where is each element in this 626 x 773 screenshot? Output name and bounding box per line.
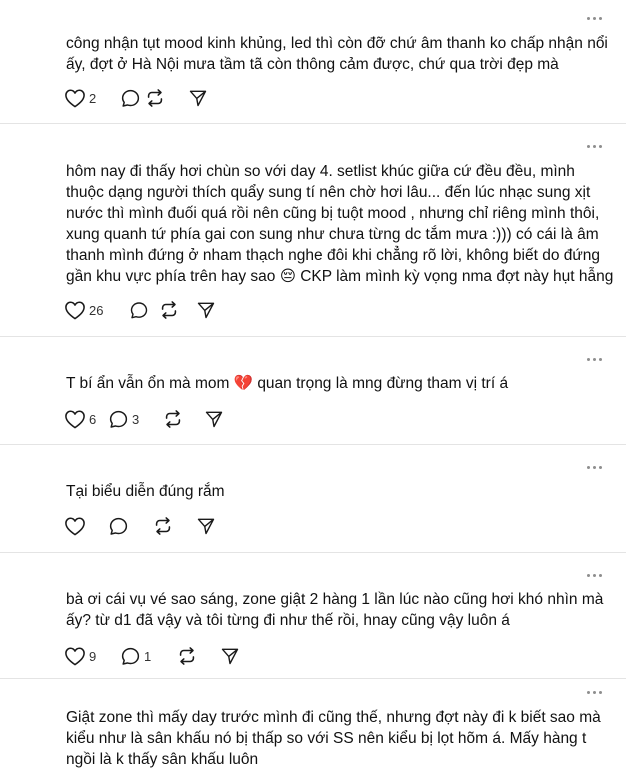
more-options-icon[interactable] (584, 462, 604, 472)
heart-icon (65, 89, 85, 108)
repost-button[interactable] (144, 86, 188, 110)
post-actions: 9 1 (64, 644, 250, 668)
post-text-line: nước thì mình đuối quá rồi nên cũng bị t… (66, 205, 600, 222)
share-button[interactable] (204, 407, 234, 431)
comment-icon (130, 301, 148, 318)
like-count: 9 (89, 648, 97, 664)
post-actions: 6 3 (64, 407, 234, 431)
post-actions: 2 (64, 86, 218, 110)
share-button[interactable] (196, 514, 226, 538)
reply-post: T bí ẩn vẫn ổn mà mom 💔 quan trọng là mn… (0, 337, 626, 445)
post-actions: 26 (64, 298, 226, 322)
post-text-line: hôm nay đi thấy hơi chùn so với day 4. s… (66, 163, 575, 180)
comment-icon (121, 647, 140, 665)
post-text-line: ấy? từ d1 đã vậy và tôi từng đi như thế … (66, 612, 510, 629)
reply-post: bà ơi cái vụ vé sao sáng, zone giật 2 hà… (0, 553, 626, 679)
heart-icon (65, 517, 85, 536)
reply-button[interactable] (100, 86, 144, 110)
post-text-line: công nhận tụt mood kinh khủng, led thì c… (66, 35, 608, 52)
like-button[interactable]: 6 (64, 407, 108, 431)
post-text-line: ấy, đợt ở Hà Nội mưa tầm tã còn thông cả… (66, 56, 559, 73)
reply-button[interactable]: 3 (108, 407, 160, 431)
repost-icon (179, 647, 195, 665)
like-button[interactable] (64, 514, 108, 538)
repost-button[interactable] (152, 514, 196, 538)
comment-icon (109, 410, 128, 428)
more-options-icon[interactable] (584, 687, 604, 697)
share-button[interactable] (220, 644, 250, 668)
repost-button[interactable] (152, 298, 196, 322)
post-text-line: kiểu như là sân khấu nó bị thấp so với S… (66, 730, 587, 747)
more-options-icon[interactable] (584, 570, 604, 580)
share-button[interactable] (188, 86, 218, 110)
post-text: công nhận tụt mood kinh khủng, led thì c… (66, 33, 614, 75)
post-text-line: thanh mình đứng ở nham thạch nghe đôi kh… (66, 247, 600, 264)
heart-icon (65, 301, 85, 320)
post-text-line: ngồi là k thấy sân khấu luôn (66, 751, 259, 768)
send-icon (189, 90, 207, 107)
post-text-line: Tại biểu diễn đúng rắm (66, 483, 225, 500)
post-text-line: bà ơi cái vụ vé sao sáng, zone giật 2 hà… (66, 591, 604, 608)
post-text: Giật zone thì mấy day trước mình đi cũng… (66, 707, 614, 770)
share-button[interactable] (196, 298, 226, 322)
post-text: bà ơi cái vụ vé sao sáng, zone giật 2 hà… (66, 589, 614, 631)
more-options-icon[interactable] (584, 141, 604, 151)
reply-count: 1 (144, 648, 152, 664)
repost-icon (147, 89, 163, 107)
post-text: T bí ẩn vẫn ổn mà mom 💔 quan trọng là mn… (66, 373, 614, 394)
heart-icon (65, 647, 85, 666)
reply-post: Giật zone thì mấy day trước mình đi cũng… (0, 679, 626, 773)
more-options-icon[interactable] (584, 354, 604, 364)
comment-icon (121, 89, 140, 107)
send-icon (197, 518, 215, 535)
repost-icon (155, 517, 171, 535)
comment-icon (109, 517, 128, 535)
reply-count: 3 (132, 411, 140, 427)
reply-button[interactable]: 1 (120, 644, 176, 668)
send-icon (205, 411, 223, 428)
like-count: 2 (89, 90, 97, 106)
like-count: 26 (89, 302, 104, 318)
post-text-line: T bí ẩn vẫn ổn mà mom 💔 quan trọng là mn… (66, 375, 509, 392)
repost-button[interactable] (176, 644, 220, 668)
send-icon (197, 302, 215, 319)
repost-icon (161, 301, 177, 319)
post-text-line: gần khu vực phía trên hay sao 😔 CKP làm … (66, 268, 614, 285)
repost-icon (165, 410, 181, 428)
post-text: hôm nay đi thấy hơi chùn so với day 4. s… (66, 161, 614, 287)
post-actions (64, 514, 226, 538)
reply-post: công nhận tụt mood kinh khủng, led thì c… (0, 0, 626, 124)
post-text-line: xung quanh tứ phía gai con sung như chưa… (66, 226, 599, 243)
reply-button[interactable] (108, 298, 152, 322)
more-options-icon[interactable] (584, 13, 604, 23)
reply-post: hôm nay đi thấy hơi chùn so với day 4. s… (0, 124, 626, 337)
like-button[interactable]: 9 (64, 644, 120, 668)
post-text-line: Giật zone thì mấy day trước mình đi cũng… (66, 709, 601, 726)
post-text: Tại biểu diễn đúng rắm (66, 481, 614, 502)
repost-button[interactable] (160, 407, 204, 431)
reply-button[interactable] (108, 514, 152, 538)
like-count: 6 (89, 411, 97, 427)
post-text-line: thuộc dạng người thích quẩy sung tí nên … (66, 184, 591, 201)
send-icon (221, 648, 239, 665)
like-button[interactable]: 26 (64, 298, 108, 322)
reply-post: Tại biểu diễn đúng rắm (0, 445, 626, 553)
like-button[interactable]: 2 (64, 86, 100, 110)
heart-icon (65, 410, 85, 429)
